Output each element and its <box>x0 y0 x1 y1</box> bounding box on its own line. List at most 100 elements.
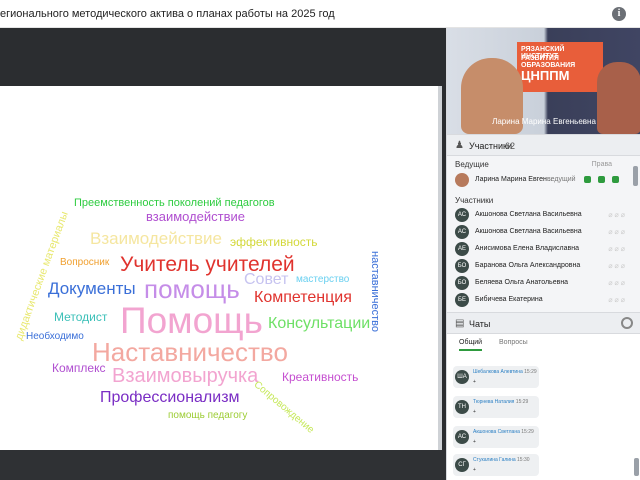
avatar: АС <box>455 208 469 222</box>
cloud-word: помощь <box>144 274 240 304</box>
host-name: Ларина Марина Евген... <box>475 176 553 183</box>
cloud-word: Компетенция <box>254 289 352 306</box>
cloud-word: Профессионализм <box>100 389 240 406</box>
participant-name: Анисимова Елена Владиславна <box>475 245 579 252</box>
permission-icons[interactable]: ⌀⌀⌀ <box>608 245 627 253</box>
rights-label: Права <box>591 161 612 168</box>
chats-label: Чаты <box>469 319 491 329</box>
cloud-word: Совет <box>244 271 289 288</box>
top-bar: егионального методического актива о план… <box>0 0 640 28</box>
cloud-word: Необходимо <box>26 331 84 342</box>
message-author: Тюрнева Наталия <box>473 399 515 405</box>
participant-row[interactable]: БЕ Бибичева Екатерина ⌀⌀⌀ <box>455 293 631 307</box>
info-icon[interactable]: i <box>612 7 626 21</box>
cloud-word: Вопросник <box>60 257 110 268</box>
banner-line2: РАЗВИТИЯ ОБРАЗОВАНИЯ <box>521 55 576 69</box>
cloud-word: Консультации <box>268 315 371 332</box>
hosts-label: Ведущие <box>455 160 489 169</box>
slide-word-cloud: Преемственность поколений педагогов взаи… <box>0 86 438 478</box>
avatar: АЕ <box>455 242 469 256</box>
message-time: 15:29 <box>524 369 537 375</box>
camera-icon[interactable] <box>598 176 605 183</box>
meeting-title: егионального методического актива о план… <box>0 8 335 20</box>
participant-name: Акшонова Светлана Васильевна <box>475 228 582 235</box>
message-author: Акшонова Светлана <box>473 429 520 435</box>
chat-message: ТН Тюрнева Наталия 15:29 + <box>453 396 539 418</box>
permission-icons[interactable]: ⌀⌀⌀ <box>608 228 627 236</box>
cloud-word: взаимодействие <box>146 209 246 224</box>
avatar: БО <box>455 259 469 273</box>
cloud-word: помощь педагогу <box>168 410 248 421</box>
chat-message: СГ Стукалина Галина 15:30 + <box>453 454 539 476</box>
cloud-word: Наставничество <box>92 337 288 367</box>
tab-questions[interactable]: Вопросы <box>499 339 528 346</box>
speaker-video[interactable]: РЯЗАНСКИЙ ИНСТИТУТ РАЗВИТИЯ ОБРАЗОВАНИЯ … <box>447 28 640 134</box>
cloud-word: Комплекс <box>52 361 106 375</box>
avatar: АС <box>455 225 469 239</box>
participants-scrollbar[interactable] <box>633 166 638 186</box>
slide-scrollbar[interactable] <box>438 86 442 478</box>
permission-icons[interactable]: ⌀⌀⌀ <box>608 296 627 304</box>
cloud-word: Преемственность поколений педагогов <box>74 197 275 209</box>
chats-header[interactable]: ▤ Чаты <box>447 312 640 334</box>
cloud-word: мастерство <box>296 274 350 285</box>
avatar: ТН <box>455 400 469 414</box>
permission-icons[interactable]: ⌀⌀⌀ <box>608 279 627 287</box>
stage-top-strip <box>0 28 446 58</box>
permission-icons[interactable]: ⌀⌀⌀ <box>608 211 627 219</box>
speaker-name: Ларина Марина Евгеньевна <box>492 117 596 126</box>
avatar: БЕ <box>455 293 469 307</box>
cloud-word: Взаимодействие <box>90 229 222 248</box>
cloud-word: Взаимовыручка <box>112 365 259 387</box>
message-time: 15:29 <box>521 429 534 435</box>
stage-bottom-strip <box>0 450 446 480</box>
host-row[interactable]: Ларина Марина Евген... ведущий <box>455 173 631 187</box>
institute-banner: РЯЗАНСКИЙ ИНСТИТУТ РАЗВИТИЯ ОБРАЗОВАНИЯ … <box>517 42 603 92</box>
tab-general[interactable]: Общий <box>459 339 483 351</box>
avatar: ША <box>455 370 469 384</box>
chat-messages: ША Шебалкова Алевтина 15:29 + ТН Тюрнева… <box>447 352 640 480</box>
banner-logo: ЦНППМ <box>521 68 570 83</box>
participant-row[interactable]: АС Акшонова Светлана Васильевна ⌀⌀⌀ <box>455 225 631 239</box>
avatar: АС <box>455 430 469 444</box>
participant-row[interactable]: БО Баранова Ольга Александровна ⌀⌀⌀ <box>455 259 631 273</box>
participant-name: Баранова Ольга Александровна <box>475 262 581 269</box>
cloud-word: Документы <box>48 279 136 298</box>
presentation-area: Преемственность поколений педагогов взаи… <box>0 28 446 480</box>
mic-icon[interactable] <box>584 176 591 183</box>
avatar: БО <box>455 276 469 290</box>
participant-row[interactable]: БО Беляева Ольга Анатольевна ⌀⌀⌀ <box>455 276 631 290</box>
message-text: + <box>473 467 476 473</box>
host-role: ведущий <box>547 176 576 183</box>
message-author: Шебалкова Алевтина <box>473 369 523 375</box>
participant-row[interactable]: АЕ Анисимова Елена Владиславна ⌀⌀⌀ <box>455 242 631 256</box>
participant-row[interactable]: АС Акшонова Светлана Васильевна ⌀⌀⌀ <box>455 208 631 222</box>
cloud-word: эффективность <box>230 235 318 249</box>
message-author: Стукалина Галина <box>473 457 516 463</box>
participants-header[interactable]: ♟ Участники 62 <box>447 134 640 156</box>
cloud-word: Креативность <box>282 370 359 384</box>
permission-icons[interactable]: ⌀⌀⌀ <box>608 262 627 270</box>
chat-message: АС Акшонова Светлана 15:29 + <box>453 426 539 448</box>
chat-tabs: Общий Вопросы <box>447 334 640 352</box>
participant-name: Беляева Ольга Анатольевна <box>475 279 569 286</box>
chat-scrollbar[interactable] <box>634 458 639 476</box>
gear-icon[interactable] <box>621 317 633 329</box>
message-text: + <box>473 409 476 415</box>
message-text: + <box>473 439 476 445</box>
cloud-word: Помощь <box>120 300 263 341</box>
right-panel: РЯЗАНСКИЙ ИНСТИТУТ РАЗВИТИЯ ОБРАЗОВАНИЯ … <box>446 28 640 480</box>
message-time: 15:29 <box>515 399 529 405</box>
avatar: СГ <box>455 458 469 472</box>
avatar <box>455 173 469 187</box>
members-label: Участники <box>455 196 494 205</box>
message-text: + <box>473 379 476 385</box>
cloud-word: Сопровождение <box>251 379 316 436</box>
cloud-word: Методист <box>54 310 108 324</box>
people-icon: ♟ <box>455 140 464 151</box>
chat-message: ША Шебалкова Алевтина 15:29 + <box>453 366 539 388</box>
message-time: 15:30 <box>517 457 530 463</box>
participant-name: Акшонова Светлана Васильевна <box>475 211 582 218</box>
screen-icon[interactable] <box>612 176 619 183</box>
chat-icon: ▤ <box>455 318 465 329</box>
